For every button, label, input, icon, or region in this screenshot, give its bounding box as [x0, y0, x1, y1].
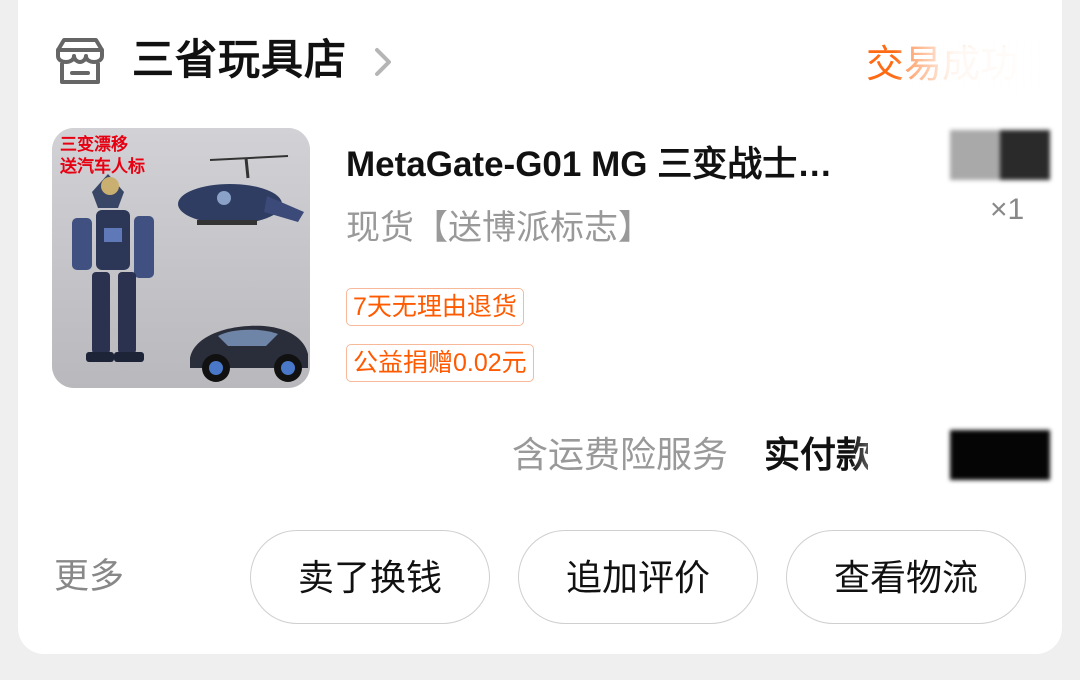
quantity: ×1 — [990, 193, 1025, 226]
sell-for-cash-button[interactable]: 卖了换钱 — [250, 530, 490, 624]
thumbnail-caption-line2: 送汽车人标 — [60, 157, 145, 176]
thumbnail-caption: 三变漂移 送汽车人标 — [60, 134, 145, 178]
storefront-icon[interactable] — [52, 36, 108, 88]
chevron-right-icon[interactable] — [370, 44, 396, 80]
view-logistics-button[interactable]: 查看物流 — [786, 530, 1026, 624]
paid-amount-redaction — [950, 430, 1050, 480]
paid-label-fade — [850, 430, 950, 480]
product-spec: 现货【送博派标志】 — [346, 209, 652, 247]
charity-tag: 公益捐赠0.02元 — [346, 344, 534, 382]
return-policy-tag: 7天无理由退货 — [346, 288, 524, 326]
status-redaction — [900, 40, 1050, 90]
more-button[interactable]: 更多 — [54, 552, 124, 602]
freight-insurance-note: 含运费险服务 — [512, 434, 729, 475]
add-review-button[interactable]: 追加评价 — [518, 530, 758, 624]
shop-name[interactable]: 三省玩具店 — [132, 32, 347, 88]
thumbnail-caption-line1: 三变漂移 — [60, 135, 128, 154]
unit-price-redaction — [950, 130, 1050, 180]
product-title[interactable]: MetaGate-G01 MG 三变战士… — [346, 140, 886, 190]
product-thumbnail[interactable]: 三变漂移 送汽车人标 — [52, 128, 310, 388]
